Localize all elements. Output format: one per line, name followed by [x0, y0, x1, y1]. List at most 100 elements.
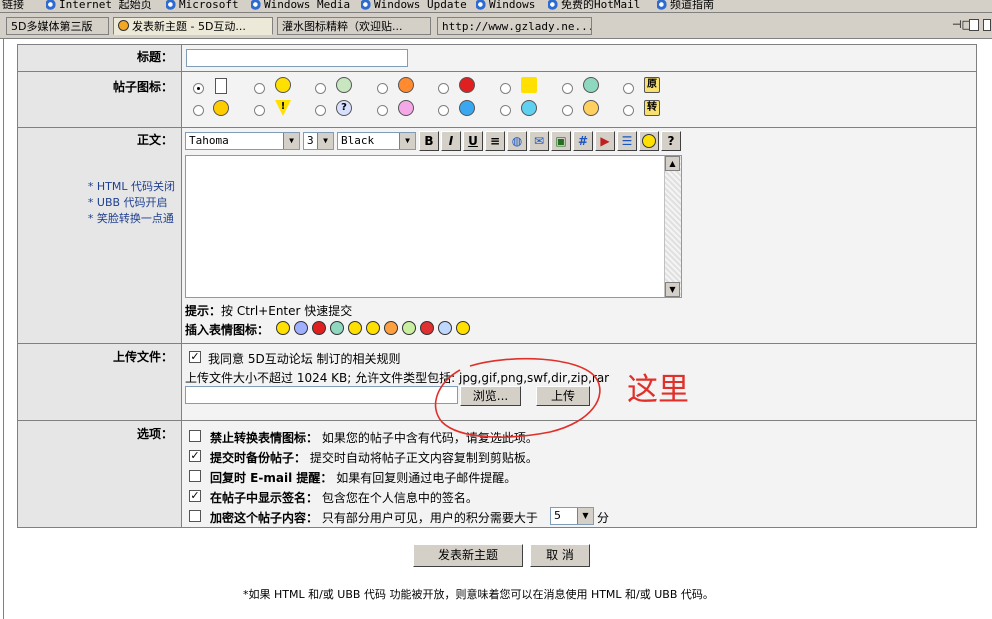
link-windows[interactable]: Windows: [476, 0, 535, 10]
cancel-button[interactable]: 取 消: [530, 544, 590, 567]
icon-radio-7[interactable]: [562, 83, 573, 94]
icon-radio-15[interactable]: [562, 105, 573, 116]
upload-file-input[interactable]: [185, 386, 458, 404]
original-icon: 原: [644, 77, 660, 93]
links-bar-label: 链接: [2, 0, 24, 11]
center-button[interactable]: ≡: [485, 131, 505, 151]
question-icon: ?: [336, 100, 352, 116]
body-cell: Tahoma ▼ 3 ▼ Black ▼ B I U ≡ ◍ ✉ ▣ # ▶ ☰ ? …: [182, 128, 976, 343]
body-scrollbar[interactable]: ▲ ▼: [664, 156, 681, 297]
help-button[interactable]: ?: [661, 131, 681, 151]
tongue-face-icon: [398, 100, 414, 116]
title-input[interactable]: [186, 49, 408, 67]
image-button[interactable]: ▣: [551, 131, 571, 151]
icon-radio-6[interactable]: [500, 83, 511, 94]
emote-mad-icon[interactable]: [420, 321, 434, 335]
icon-radio-3[interactable]: [315, 83, 326, 94]
option-checkbox-5[interactable]: [189, 510, 201, 522]
emote-confused-icon[interactable]: [456, 321, 470, 335]
link-channel-guide[interactable]: 频道指南: [657, 0, 714, 10]
underline-button[interactable]: U: [463, 131, 483, 151]
option-text-4: 在帖子中显示签名： 包含您在个人信息中的签名。: [210, 491, 478, 505]
icon-radio-8[interactable]: [623, 83, 634, 94]
emote-shock-icon[interactable]: [438, 321, 452, 335]
smile-icon: [275, 77, 291, 93]
option-checkbox-4[interactable]: ✓: [189, 490, 201, 502]
font-select[interactable]: Tahoma ▼: [185, 132, 300, 150]
smile-note: * 笑脸转换一点通: [87, 212, 174, 225]
icon-radio-4[interactable]: [377, 83, 388, 94]
tab-icon-collection[interactable]: 灌水图标精粹（欢迎贴...: [277, 17, 431, 35]
lightbulb-icon: [213, 100, 229, 116]
pin-icon[interactable]: ⊣□: [952, 19, 972, 31]
emote-smile-icon[interactable]: [276, 321, 290, 335]
body-textarea[interactable]: ▲ ▼: [185, 155, 682, 298]
hash-button[interactable]: #: [573, 131, 593, 151]
icon-radio-1[interactable]: [193, 83, 204, 94]
option-checkbox-3[interactable]: [189, 470, 201, 482]
emote-cool-icon[interactable]: [384, 321, 398, 335]
tab-5d-multimedia[interactable]: 5D多媒体第三版: [6, 17, 109, 35]
html-note: * HTML 代码关闭: [87, 180, 175, 193]
icon-radio-13[interactable]: [438, 105, 449, 116]
link-microsoft[interactable]: Microsoft: [166, 0, 239, 10]
quote-button[interactable]: ▶: [595, 131, 615, 151]
post-icon-cell: 原 ! ? 转: [182, 72, 976, 127]
hyperlink-button[interactable]: ◍: [507, 131, 527, 151]
option-text-2: 提交时备份帖子： 提交时自动将帖子正文内容复制到剪贴板。: [210, 451, 538, 465]
scroll-up-arrow-icon[interactable]: ▲: [665, 156, 680, 171]
color-select[interactable]: Black ▼: [337, 132, 416, 150]
ubb-note: * UBB 代码开启: [87, 196, 168, 209]
angry-face-icon: [398, 77, 414, 93]
annotation-text: 这里: [627, 372, 689, 408]
agree-checkbox[interactable]: ✓: [189, 351, 201, 363]
agree-text: 我同意 5D互动论坛 制订的相关规则: [208, 352, 401, 366]
scroll-down-arrow-icon[interactable]: ▼: [665, 282, 680, 297]
emote-happy-icon[interactable]: [348, 321, 362, 335]
emote-grin-icon[interactable]: [330, 321, 344, 335]
smiley-button[interactable]: [639, 131, 659, 151]
list-button[interactable]: ☰: [617, 131, 637, 151]
option-checkbox-2[interactable]: ✓: [189, 450, 201, 462]
post-icon-row: 帖子图标： 原 ! ? 转: [18, 72, 976, 127]
link-windows-media[interactable]: Windows Media: [251, 0, 350, 10]
icon-radio-10[interactable]: [254, 105, 265, 116]
ie-icon: [548, 0, 559, 10]
emote-angry-icon[interactable]: [312, 321, 326, 335]
ie-icon: [361, 0, 372, 10]
icon-radio-9[interactable]: [193, 105, 204, 116]
link-windows-update[interactable]: Windows Update: [361, 0, 467, 10]
emote-label: 插入表情图标：: [185, 323, 270, 337]
tab-new-topic[interactable]: 发表新主题 - 5D互动...: [113, 17, 273, 35]
emote-dizzy-icon[interactable]: [402, 321, 416, 335]
email-button[interactable]: ✉: [529, 131, 549, 151]
points-select[interactable]: 5 ▼: [550, 507, 594, 525]
body-notes: * HTML 代码关闭 * UBB 代码开启 * 笑脸转换一点通: [88, 179, 175, 227]
icon-radio-16[interactable]: [623, 105, 634, 116]
ie-icon: [251, 0, 262, 10]
sad-face-icon: [583, 100, 599, 116]
option-checkbox-1[interactable]: [189, 430, 201, 442]
icon-radio-5[interactable]: [438, 83, 449, 94]
icon-radio-12[interactable]: [377, 105, 388, 116]
hand-stop-icon: [459, 77, 475, 93]
option-show-signature: ✓ 在帖子中显示签名： 包含您在个人信息中的签名。: [182, 488, 976, 508]
bold-button[interactable]: B: [419, 131, 439, 151]
blue-face-icon: [459, 100, 475, 116]
size-select[interactable]: 3 ▼: [303, 132, 334, 150]
document-icon: [215, 78, 227, 94]
icon-radio-11[interactable]: [315, 105, 326, 116]
tab-gzlady[interactable]: http://www.gzlady.ne...: [437, 17, 592, 35]
emote-laugh-icon[interactable]: [366, 321, 380, 335]
page-border: [3, 39, 4, 619]
emote-sad-icon[interactable]: [294, 321, 308, 335]
icon-radio-2[interactable]: [254, 83, 265, 94]
page-icon[interactable]: [983, 19, 991, 31]
link-internet-start[interactable]: Internet 起始页: [46, 0, 152, 10]
italic-button[interactable]: I: [441, 131, 461, 151]
grin-icon: [583, 77, 599, 93]
submit-button[interactable]: 发表新主题: [413, 544, 523, 567]
link-hotmail[interactable]: 免费的HotMail: [548, 0, 640, 10]
icon-radio-14[interactable]: [500, 105, 511, 116]
new-page-icon[interactable]: [969, 19, 979, 31]
